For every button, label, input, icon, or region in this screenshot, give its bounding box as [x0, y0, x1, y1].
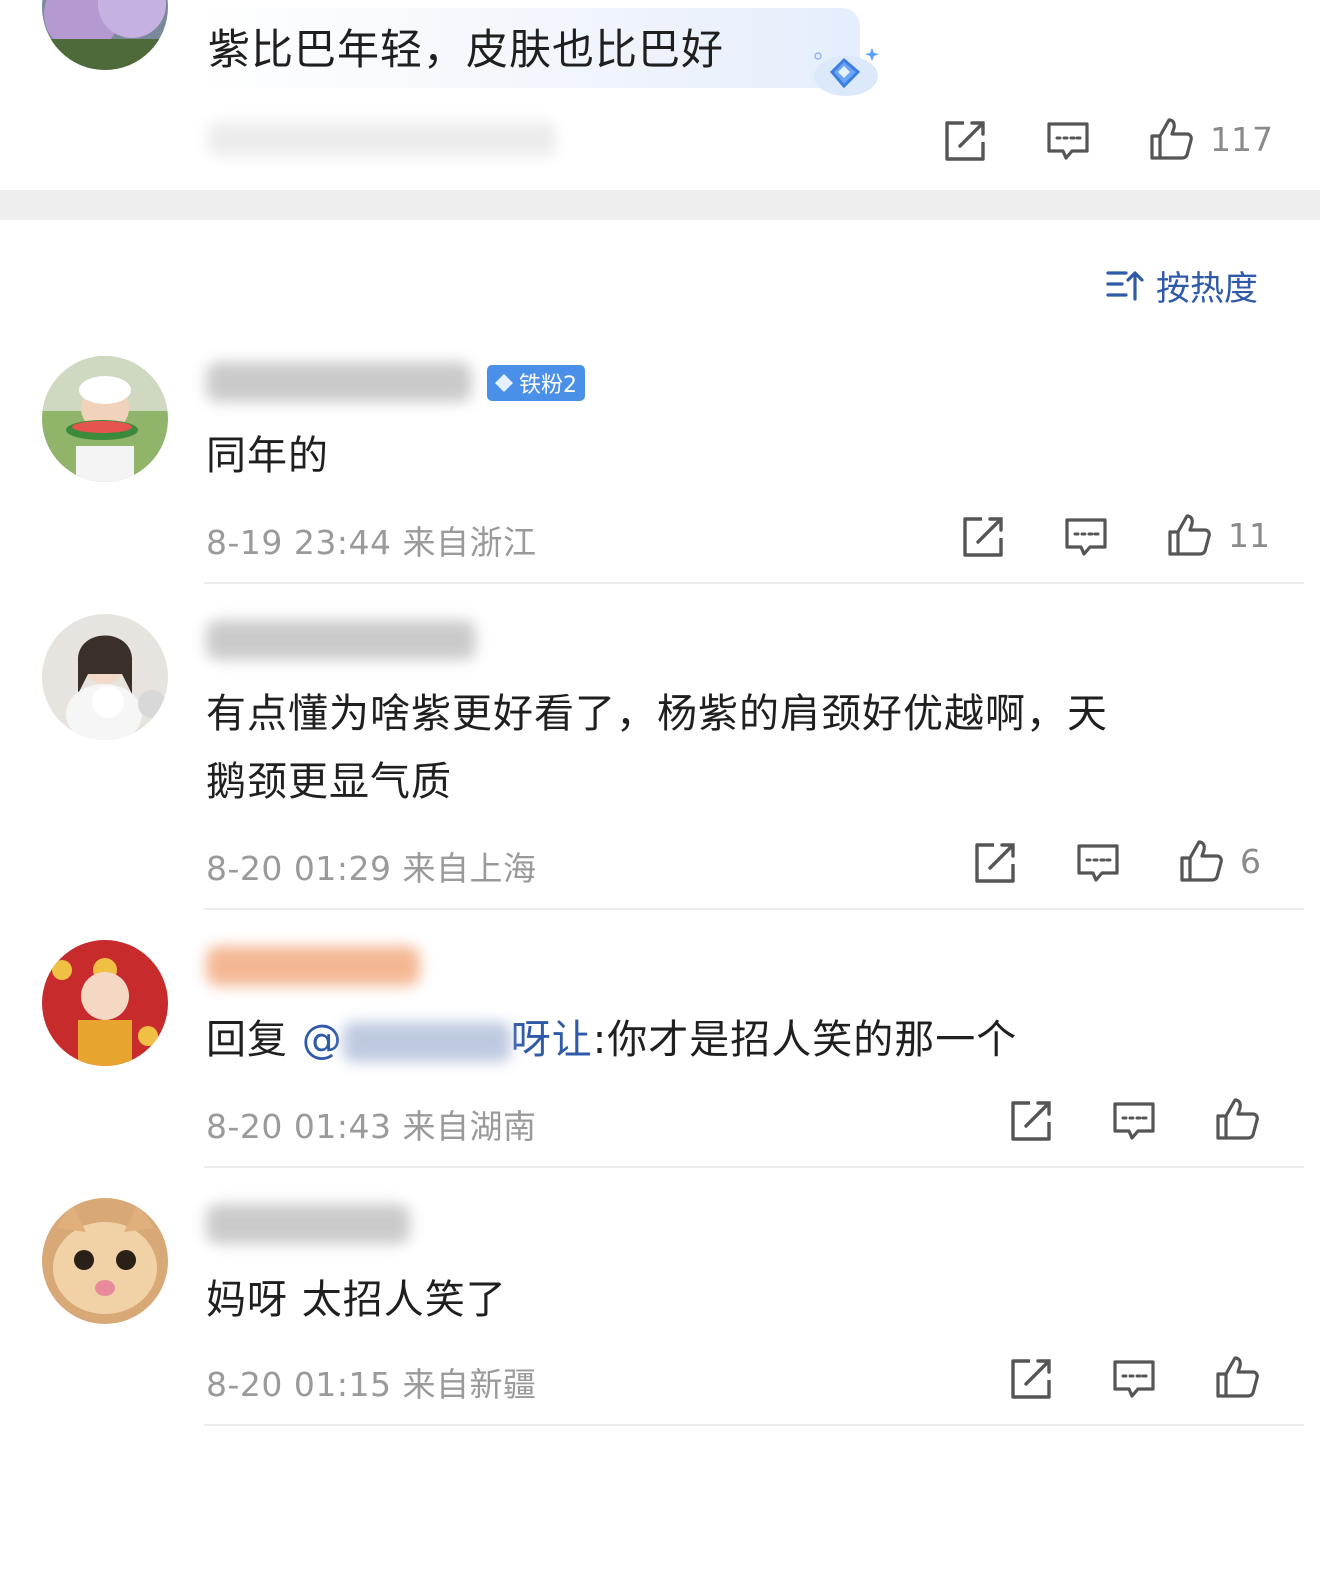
section-divider — [0, 190, 1320, 220]
fan-badge: 铁粉2 — [487, 365, 585, 401]
timestamp: 8-19 23:44 — [206, 523, 392, 562]
reply-body: :你才是招人笑的那一个 — [592, 1017, 1018, 1063]
reply-prefix: 回复 — [206, 1017, 288, 1063]
timestamp: 8-20 01:43 — [206, 1107, 392, 1146]
blurred-meta — [208, 122, 556, 156]
like-icon[interactable] — [1166, 512, 1212, 558]
comment-meta: 8-20 01:15 来自新疆 — [206, 1358, 537, 1406]
like-icon[interactable] — [1148, 116, 1194, 162]
comment-text: 妈呀 太招人笑了 — [206, 1277, 507, 1323]
comment-meta: 8-20 01:29 来自上海 — [206, 842, 537, 890]
share-icon[interactable] — [1008, 1098, 1054, 1144]
username[interactable] — [206, 362, 472, 402]
comment-icon[interactable] — [1111, 1356, 1157, 1402]
like-count: 11 — [1228, 516, 1270, 555]
share-icon[interactable] — [972, 840, 1018, 886]
avatar[interactable] — [42, 614, 168, 740]
timestamp: 8-20 01:15 — [206, 1365, 392, 1404]
location: 来自上海 — [402, 849, 537, 888]
like-icon[interactable] — [1214, 1096, 1260, 1142]
share-icon[interactable] — [960, 514, 1006, 560]
divider — [204, 1166, 1304, 1168]
mention-link[interactable]: @ 呀让 — [302, 1017, 593, 1063]
diamond-icon — [495, 374, 513, 392]
username[interactable] — [206, 620, 476, 660]
timestamp: 8-20 01:29 — [206, 849, 392, 888]
reply-text: 回复 @ 呀让:你才是招人笑的那一个 — [206, 1006, 1017, 1074]
comment-text-line1: 有点懂为啥紫更好看了，杨紫的肩颈好优越啊，天 — [206, 691, 1108, 737]
comment-text: 同年的 — [206, 433, 329, 479]
share-icon[interactable] — [1008, 1356, 1054, 1402]
location: 来自浙江 — [402, 523, 537, 562]
like-count: 117 — [1210, 120, 1273, 159]
divider — [204, 582, 1304, 584]
avatar[interactable] — [42, 356, 168, 482]
username[interactable] — [206, 946, 420, 986]
avatar[interactable] — [42, 940, 168, 1066]
comment-icon[interactable] — [1063, 514, 1109, 560]
comment-icon[interactable] — [1111, 1098, 1157, 1144]
comment-text-line2: 鹅颈更显气质 — [206, 759, 452, 805]
comment-icon[interactable] — [1075, 840, 1121, 886]
like-count: 6 — [1240, 842, 1261, 881]
sort-label: 按热度 — [1156, 268, 1258, 309]
share-icon[interactable] — [942, 118, 988, 164]
location: 来自湖南 — [402, 1107, 537, 1146]
sort-icon — [1106, 271, 1144, 301]
divider — [204, 1424, 1304, 1426]
username[interactable] — [206, 1204, 410, 1244]
divider — [204, 908, 1304, 910]
avatar[interactable] — [42, 1198, 168, 1324]
like-icon[interactable] — [1178, 838, 1224, 884]
diamond-icon — [810, 42, 882, 106]
sort-button[interactable]: 按热度 — [1104, 262, 1258, 309]
comment-meta: 8-19 23:44 来自浙江 — [206, 516, 537, 564]
comment-icon[interactable] — [1045, 118, 1091, 164]
avatar[interactable] — [42, 0, 168, 70]
location: 来自新疆 — [402, 1365, 537, 1404]
like-icon[interactable] — [1214, 1354, 1260, 1400]
comment-meta: 8-20 01:43 来自湖南 — [206, 1100, 537, 1148]
top-comment-text: 紫比巴年轻，皮肤也比巴好 — [208, 25, 725, 74]
